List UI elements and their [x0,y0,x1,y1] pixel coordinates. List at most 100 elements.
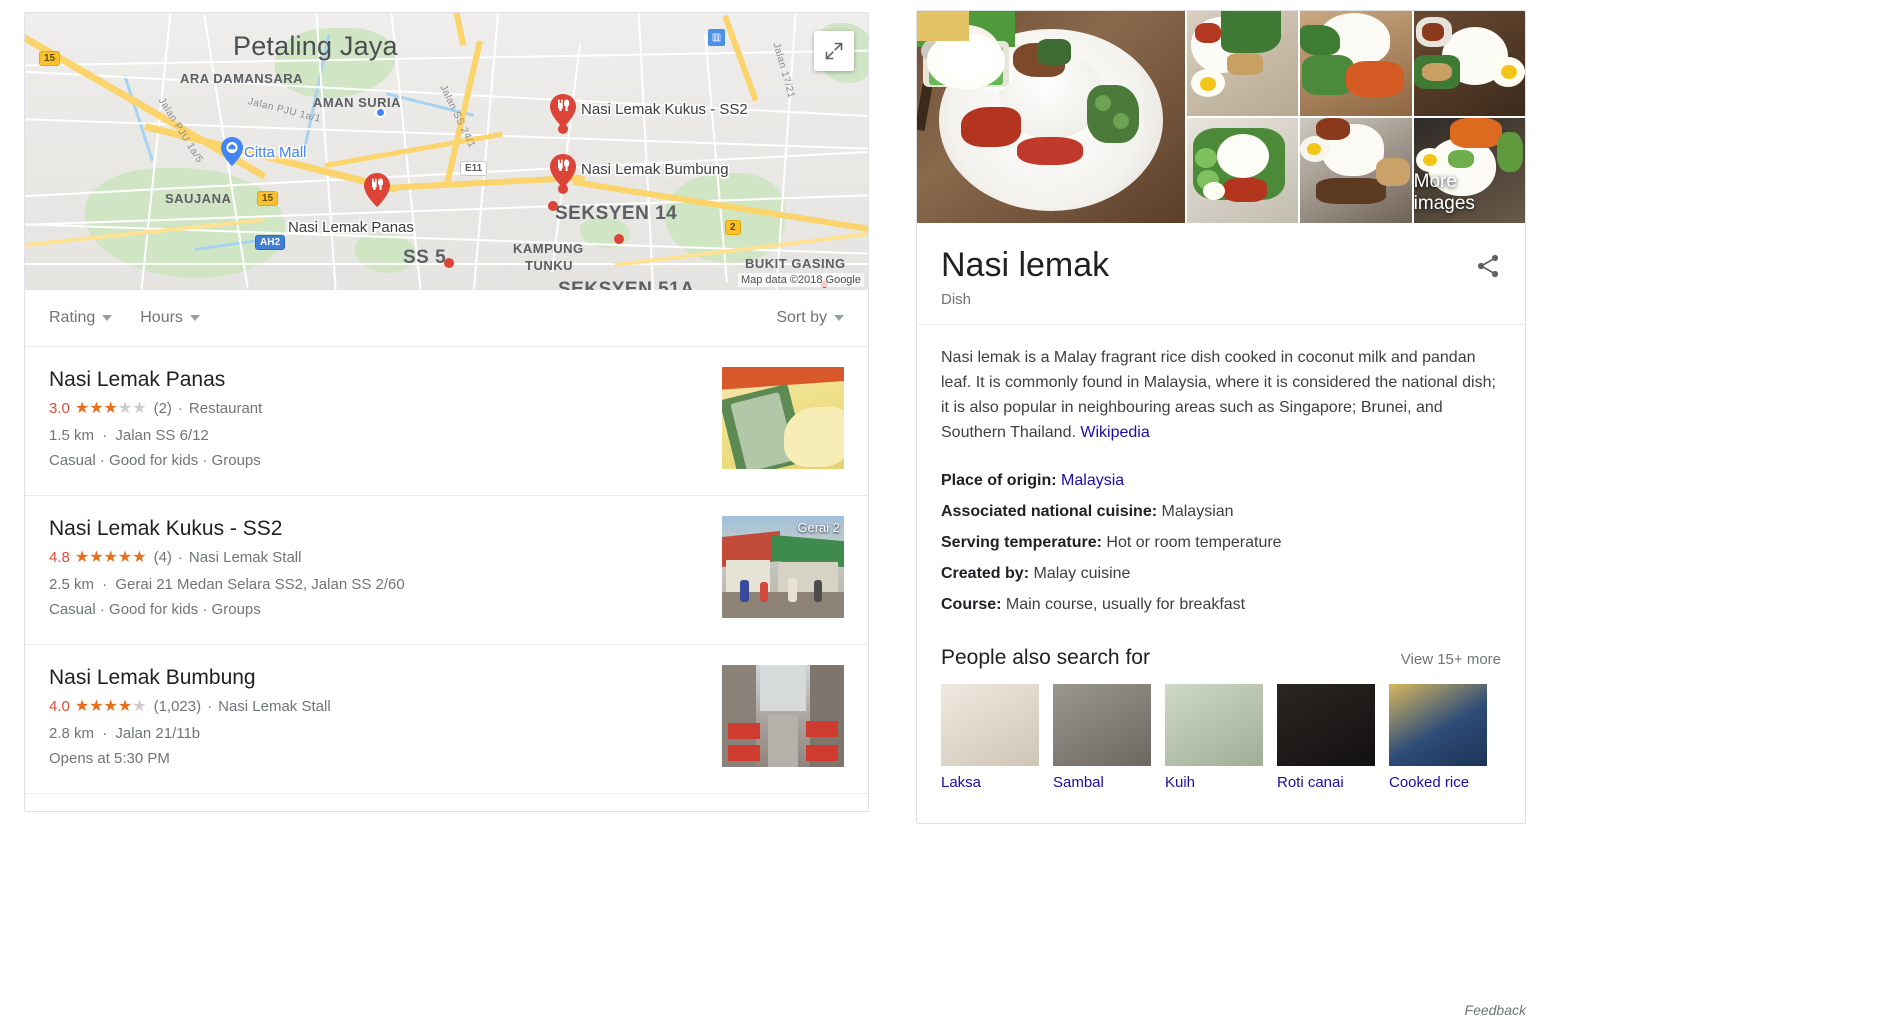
restaurant-pin-icon[interactable] [364,173,390,207]
list-item[interactable]: Nasi Lemak Bumbung 4.0 ★ ★ ★ ★ ★ (1,023) · N… [25,645,868,794]
chevron-down-icon [834,315,844,321]
fact-row: Associated national cuisine: Malaysian [941,496,1501,527]
wikipedia-link[interactable]: Wikipedia [1080,424,1149,441]
listing-category: Nasi Lemak Stall [218,698,331,715]
related-entity-image [925,11,1039,766]
review-count: (4) [153,549,172,566]
filter-hours-label: Hours [140,309,183,326]
filter-hours-dropdown[interactable]: Hours [140,309,200,327]
more-places-button[interactable]: More places [25,794,868,811]
fact-label: Associated national cuisine: [941,503,1158,520]
rating-score: 4.8 [49,549,70,566]
sort-by-dropdown[interactable]: Sort by [776,309,844,327]
star-rating-icon: ★ ★ ★ ★ ★ [74,400,147,417]
related-entity-label[interactable]: Sambal [1053,774,1151,791]
fact-value[interactable]: Malaysia [1061,472,1124,489]
listing-thumbnail[interactable] [722,367,844,469]
map-route-shield: E11 [460,161,488,176]
entity-subtitle: Dish [941,291,972,308]
related-entity-label[interactable]: Kuih [1165,774,1263,791]
entity-description: Nasi lemak is a Malay fragrant rice dish… [941,345,1501,445]
related-entity-sambal[interactable]: Sambal [927,17,1151,791]
people-also-search-header: People also search for View 15+ more [941,646,1501,684]
star-rating-icon: ★ ★ ★ ★ ★ [74,698,147,715]
people-also-search-row: Laksa Sambal Kuih Roti canai Cooked rice [917,11,1501,813]
map-label-neighborhood: KAMPUNG [513,241,584,256]
related-entity-laksa[interactable]: Laksa [925,11,1039,791]
knowledge-panel-body: Nasi lemak is a Malay fragrant rice dish… [917,11,1525,823]
mall-pin-icon [221,137,243,166]
share-icon [1477,254,1499,278]
knowledge-panel: More images Nasi lemak Dish Nasi lemak i… [916,10,1526,824]
thumbnail-image[interactable] [1187,11,1299,116]
related-entity-roti-canai[interactable]: Roti canai [921,25,1375,791]
map-route-shield: 15 [39,51,61,66]
filter-rating-dropdown[interactable]: Rating [49,309,113,327]
thumbnail-image[interactable] [1300,11,1412,116]
restaurant-pin-icon[interactable] [550,94,576,128]
map-route-shield: 15 [257,191,279,206]
view-more-link[interactable]: View 15+ more [1401,651,1501,668]
fact-label: Place of origin: [941,472,1057,489]
expand-map-button[interactable] [814,31,854,71]
map-thumbnail[interactable]: Petaling Jaya ARA DAMANSARA AMAN SURIA S… [25,13,868,290]
fact-row: Place of origin: Malaysia [941,465,1501,496]
filter-bar: Rating Hours Sort by [25,290,868,347]
restaurant-pin-icon[interactable] [550,154,576,188]
map-poi-label-nasi-lemak-bumbung: Nasi Lemak Bumbung [581,161,729,178]
fact-value: Malay cuisine [1033,565,1131,582]
map-poi-dot [444,258,454,268]
more-images-label[interactable]: More images [1414,171,1517,215]
current-location-dot [375,107,386,118]
map-label-neighborhood: AMAN SURIA [313,95,402,110]
related-entity-image [917,11,1487,766]
chevron-down-icon [102,315,113,321]
map-label-neighborhood: SS 5 [403,247,447,268]
sort-by-label: Sort by [776,309,827,326]
list-item[interactable]: Nasi Lemak Kukus - SS2 4.8 ★ ★ ★ ★ ★ (4) · N… [25,496,868,645]
fact-label: Serving temperature: [941,534,1102,551]
map-route-shield: 2 [725,220,741,235]
local-pack: Petaling Jaya ARA DAMANSARA AMAN SURIA S… [24,12,869,812]
thumbnail-caption: Gerai 2 [797,520,840,535]
share-button[interactable] [1475,253,1501,284]
fact-row: Created by: Malay cuisine [941,558,1501,589]
related-entity-kuih[interactable]: Kuih [917,11,1263,791]
thumbnail-image[interactable] [1413,11,1525,116]
filter-rating-label: Rating [49,309,96,326]
map-poi-dot [614,234,624,244]
fact-value: Main course, usually for breakfast [1005,596,1246,613]
fact-label: Created by: [941,565,1030,582]
expand-arrows-icon [825,42,843,60]
map-label-neighborhood: SAUJANA [165,191,232,206]
listing-address: Jalan 21/11b [115,725,201,742]
related-entity-label[interactable]: Roti canai [1277,774,1375,791]
map-poi-label-nasi-lemak-panas: Nasi Lemak Panas [288,219,414,236]
map-label-city: Petaling Jaya [233,31,398,61]
thumbnail-image[interactable] [1300,118,1412,223]
related-entity-image [927,17,1151,766]
page-title: Nasi lemak [941,246,1110,284]
fact-value: Malaysian [1161,503,1234,520]
feedback-link[interactable]: Feedback [916,1002,1526,1018]
star-rating-icon: ★ ★ ★ ★ ★ [74,549,147,566]
description-text: Nasi lemak is a Malay fragrant rice dish… [941,349,1496,441]
rating-score: 4.0 [49,698,70,715]
related-entity-label[interactable]: Laksa [941,774,1039,791]
related-entity-label[interactable]: Cooked rice [1389,774,1487,791]
listing-address: Gerai 21 Medan Selara SS2, Jalan SS 2/60 [115,576,405,593]
entity-facts: Place of origin: Malaysia Associated nat… [941,465,1501,620]
map-label-neighborhood: ARA DAMANSARA [180,71,304,86]
search-results-page: Petaling Jaya ARA DAMANSARA AMAN SURIA S… [0,0,1895,1024]
fact-row: Serving temperature: Hot or room tempera… [941,527,1501,558]
related-entity-cooked-rice[interactable]: Cooked rice [917,11,1487,791]
listing-thumbnail[interactable]: Gerai 2 [722,516,844,618]
thumbnail-image[interactable]: More images [1413,118,1525,223]
thumbnail-image[interactable] [1187,118,1299,223]
listing-distance: 2.5 km [49,576,95,593]
people-also-search-title: People also search for [941,646,1150,669]
fact-label: Course: [941,596,1002,613]
listing-thumbnail[interactable] [722,665,844,767]
list-item[interactable]: Nasi Lemak Panas 3.0 ★ ★ ★ ★ ★ (2) · Restaur… [25,347,868,496]
fact-row: Course: Main course, usually for breakfa… [941,589,1501,620]
